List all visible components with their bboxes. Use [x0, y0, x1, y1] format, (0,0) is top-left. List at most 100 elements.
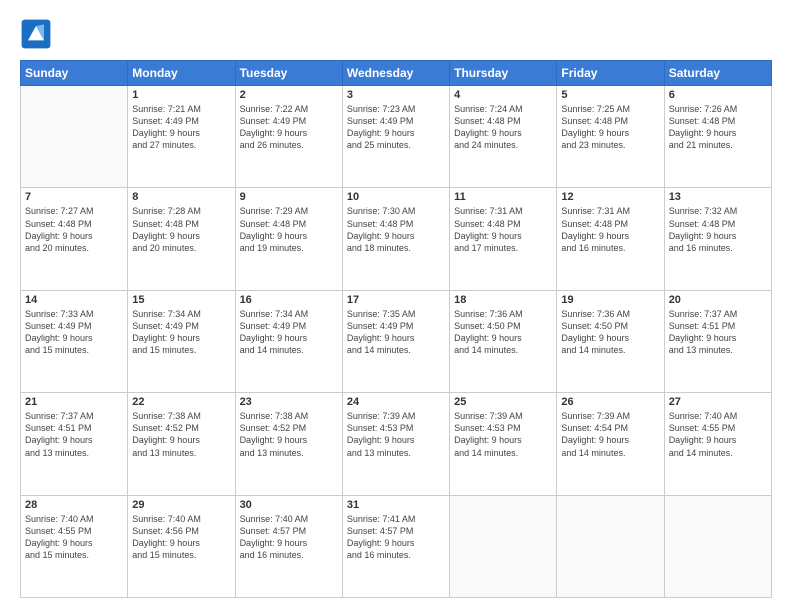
weekday-header: Saturday	[664, 61, 771, 86]
day-info: Sunrise: 7:35 AMSunset: 4:49 PMDaylight:…	[347, 308, 445, 357]
day-number: 8	[132, 191, 230, 203]
day-info: Sunrise: 7:39 AMSunset: 4:53 PMDaylight:…	[347, 410, 445, 459]
day-number: 6	[669, 89, 767, 101]
calendar-cell: 21Sunrise: 7:37 AMSunset: 4:51 PMDayligh…	[21, 393, 128, 495]
day-number: 5	[561, 89, 659, 101]
calendar-cell: 23 Sunrise: 7:38 AMSunset: 4:52 PMDayligh…	[235, 393, 342, 495]
calendar-cell: 16 Sunrise: 7:34 AMSunset: 4:49 PMDayligh…	[235, 290, 342, 392]
calendar-cell: 19 Sunrise: 7:36 AMSunset: 4:50 PMDayligh…	[557, 290, 664, 392]
calendar-cell	[450, 495, 557, 597]
calendar-cell: 9Sunrise: 7:29 AMSunset: 4:48 PMDaylight…	[235, 188, 342, 290]
day-number: 27	[669, 396, 767, 408]
day-info: Sunrise: 7:36 AMSunset: 4:50 PMDaylight:…	[454, 308, 552, 357]
day-number: 4	[454, 89, 552, 101]
day-info: Sunrise: 7:33 AMSunset: 4:49 PMDaylight:…	[25, 308, 123, 357]
day-info: Sunrise: 7:34 AMSunset: 4:49 PMDaylight:…	[132, 308, 230, 357]
day-info: Sunrise: 7:38 AMSunset: 4:52 PMDaylight:…	[240, 410, 338, 459]
calendar-week-row: 1Sunrise: 7:21 AMSunset: 4:49 PMDaylight…	[21, 86, 772, 188]
calendar-cell: 31 Sunrise: 7:41 AMSunset: 4:57 PMDayligh…	[342, 495, 449, 597]
calendar-week-row: 14 Sunrise: 7:33 AMSunset: 4:49 PMDayligh…	[21, 290, 772, 392]
weekday-header: Wednesday	[342, 61, 449, 86]
day-number: 9	[240, 191, 338, 203]
weekday-header: Thursday	[450, 61, 557, 86]
day-info: Sunrise: 7:36 AMSunset: 4:50 PMDaylight:…	[561, 308, 659, 357]
calendar-cell: 29 Sunrise: 7:40 AMSunset: 4:56 PMDayligh…	[128, 495, 235, 597]
calendar-cell: 3 Sunrise: 7:23 AMSunset: 4:49 PMDaylight…	[342, 86, 449, 188]
day-number: 16	[240, 294, 338, 306]
calendar-cell: 6 Sunrise: 7:26 AMSunset: 4:48 PMDaylight…	[664, 86, 771, 188]
day-number: 22	[132, 396, 230, 408]
calendar-cell: 25 Sunrise: 7:39 AMSunset: 4:53 PMDayligh…	[450, 393, 557, 495]
calendar-cell: 13Sunrise: 7:32 AMSunset: 4:48 PMDayligh…	[664, 188, 771, 290]
day-number: 25	[454, 396, 552, 408]
calendar-cell: 18 Sunrise: 7:36 AMSunset: 4:50 PMDayligh…	[450, 290, 557, 392]
calendar-cell	[21, 86, 128, 188]
calendar-cell: 15 Sunrise: 7:34 AMSunset: 4:49 PMDayligh…	[128, 290, 235, 392]
day-info: Sunrise: 7:40 AMSunset: 4:57 PMDaylight:…	[240, 513, 338, 562]
calendar-cell: 12 Sunrise: 7:31 AMSunset: 4:48 PMDayligh…	[557, 188, 664, 290]
calendar-cell: 11 Sunrise: 7:31 AMSunset: 4:48 PMDayligh…	[450, 188, 557, 290]
calendar-cell: 7Sunrise: 7:27 AMSunset: 4:48 PMDaylight…	[21, 188, 128, 290]
calendar-cell: 20 Sunrise: 7:37 AMSunset: 4:51 PMDayligh…	[664, 290, 771, 392]
day-number: 29	[132, 499, 230, 511]
day-info: Sunrise: 7:37 AMSunset: 4:51 PMDaylight:…	[669, 308, 767, 357]
calendar-cell: 8Sunrise: 7:28 AMSunset: 4:48 PMDaylight…	[128, 188, 235, 290]
day-info: Sunrise: 7:39 AMSunset: 4:53 PMDaylight:…	[454, 410, 552, 459]
day-number: 19	[561, 294, 659, 306]
logo	[20, 18, 56, 50]
day-info: Sunrise: 7:27 AMSunset: 4:48 PMDaylight:…	[25, 205, 123, 254]
day-info: Sunrise: 7:34 AMSunset: 4:49 PMDaylight:…	[240, 308, 338, 357]
calendar-cell: 22 Sunrise: 7:38 AMSunset: 4:52 PMDayligh…	[128, 393, 235, 495]
calendar-cell: 2Sunrise: 7:22 AMSunset: 4:49 PMDaylight…	[235, 86, 342, 188]
calendar-cell: 17 Sunrise: 7:35 AMSunset: 4:49 PMDayligh…	[342, 290, 449, 392]
day-info: Sunrise: 7:37 AMSunset: 4:51 PMDaylight:…	[25, 410, 123, 459]
calendar-cell	[664, 495, 771, 597]
day-number: 12	[561, 191, 659, 203]
calendar-cell: 4 Sunrise: 7:24 AMSunset: 4:48 PMDaylight…	[450, 86, 557, 188]
weekday-header: Sunday	[21, 61, 128, 86]
day-number: 11	[454, 191, 552, 203]
day-info: Sunrise: 7:32 AMSunset: 4:48 PMDaylight:…	[669, 205, 767, 254]
day-number: 24	[347, 396, 445, 408]
day-info: Sunrise: 7:22 AMSunset: 4:49 PMDaylight:…	[240, 103, 338, 152]
day-info: Sunrise: 7:21 AMSunset: 4:49 PMDaylight:…	[132, 103, 230, 152]
calendar-cell: 30 Sunrise: 7:40 AMSunset: 4:57 PMDayligh…	[235, 495, 342, 597]
calendar-cell: 24 Sunrise: 7:39 AMSunset: 4:53 PMDayligh…	[342, 393, 449, 495]
calendar-cell: 5 Sunrise: 7:25 AMSunset: 4:48 PMDaylight…	[557, 86, 664, 188]
day-info: Sunrise: 7:39 AMSunset: 4:54 PMDaylight:…	[561, 410, 659, 459]
day-number: 18	[454, 294, 552, 306]
weekday-header: Monday	[128, 61, 235, 86]
day-info: Sunrise: 7:26 AMSunset: 4:48 PMDaylight:…	[669, 103, 767, 152]
day-number: 3	[347, 89, 445, 101]
calendar-week-row: 7Sunrise: 7:27 AMSunset: 4:48 PMDaylight…	[21, 188, 772, 290]
day-info: Sunrise: 7:31 AMSunset: 4:48 PMDaylight:…	[561, 205, 659, 254]
day-number: 20	[669, 294, 767, 306]
day-number: 17	[347, 294, 445, 306]
day-number: 14	[25, 294, 123, 306]
calendar-cell: 28 Sunrise: 7:40 AMSunset: 4:55 PMDayligh…	[21, 495, 128, 597]
weekday-header: Friday	[557, 61, 664, 86]
calendar-header-row: SundayMondayTuesdayWednesdayThursdayFrid…	[21, 61, 772, 86]
calendar-week-row: 21Sunrise: 7:37 AMSunset: 4:51 PMDayligh…	[21, 393, 772, 495]
day-info: Sunrise: 7:38 AMSunset: 4:52 PMDaylight:…	[132, 410, 230, 459]
calendar-cell: 14 Sunrise: 7:33 AMSunset: 4:49 PMDayligh…	[21, 290, 128, 392]
day-number: 30	[240, 499, 338, 511]
calendar-cell: 27 Sunrise: 7:40 AMSunset: 4:55 PMDayligh…	[664, 393, 771, 495]
day-info: Sunrise: 7:41 AMSunset: 4:57 PMDaylight:…	[347, 513, 445, 562]
day-number: 23	[240, 396, 338, 408]
day-info: Sunrise: 7:25 AMSunset: 4:48 PMDaylight:…	[561, 103, 659, 152]
calendar-cell: 1Sunrise: 7:21 AMSunset: 4:49 PMDaylight…	[128, 86, 235, 188]
day-info: Sunrise: 7:24 AMSunset: 4:48 PMDaylight:…	[454, 103, 552, 152]
day-info: Sunrise: 7:23 AMSunset: 4:49 PMDaylight:…	[347, 103, 445, 152]
day-number: 28	[25, 499, 123, 511]
day-info: Sunrise: 7:40 AMSunset: 4:55 PMDaylight:…	[25, 513, 123, 562]
logo-icon	[20, 18, 52, 50]
day-info: Sunrise: 7:40 AMSunset: 4:55 PMDaylight:…	[669, 410, 767, 459]
calendar-cell	[557, 495, 664, 597]
day-info: Sunrise: 7:40 AMSunset: 4:56 PMDaylight:…	[132, 513, 230, 562]
day-number: 15	[132, 294, 230, 306]
day-info: Sunrise: 7:31 AMSunset: 4:48 PMDaylight:…	[454, 205, 552, 254]
day-info: Sunrise: 7:30 AMSunset: 4:48 PMDaylight:…	[347, 205, 445, 254]
page: SundayMondayTuesdayWednesdayThursdayFrid…	[0, 0, 792, 612]
day-number: 31	[347, 499, 445, 511]
